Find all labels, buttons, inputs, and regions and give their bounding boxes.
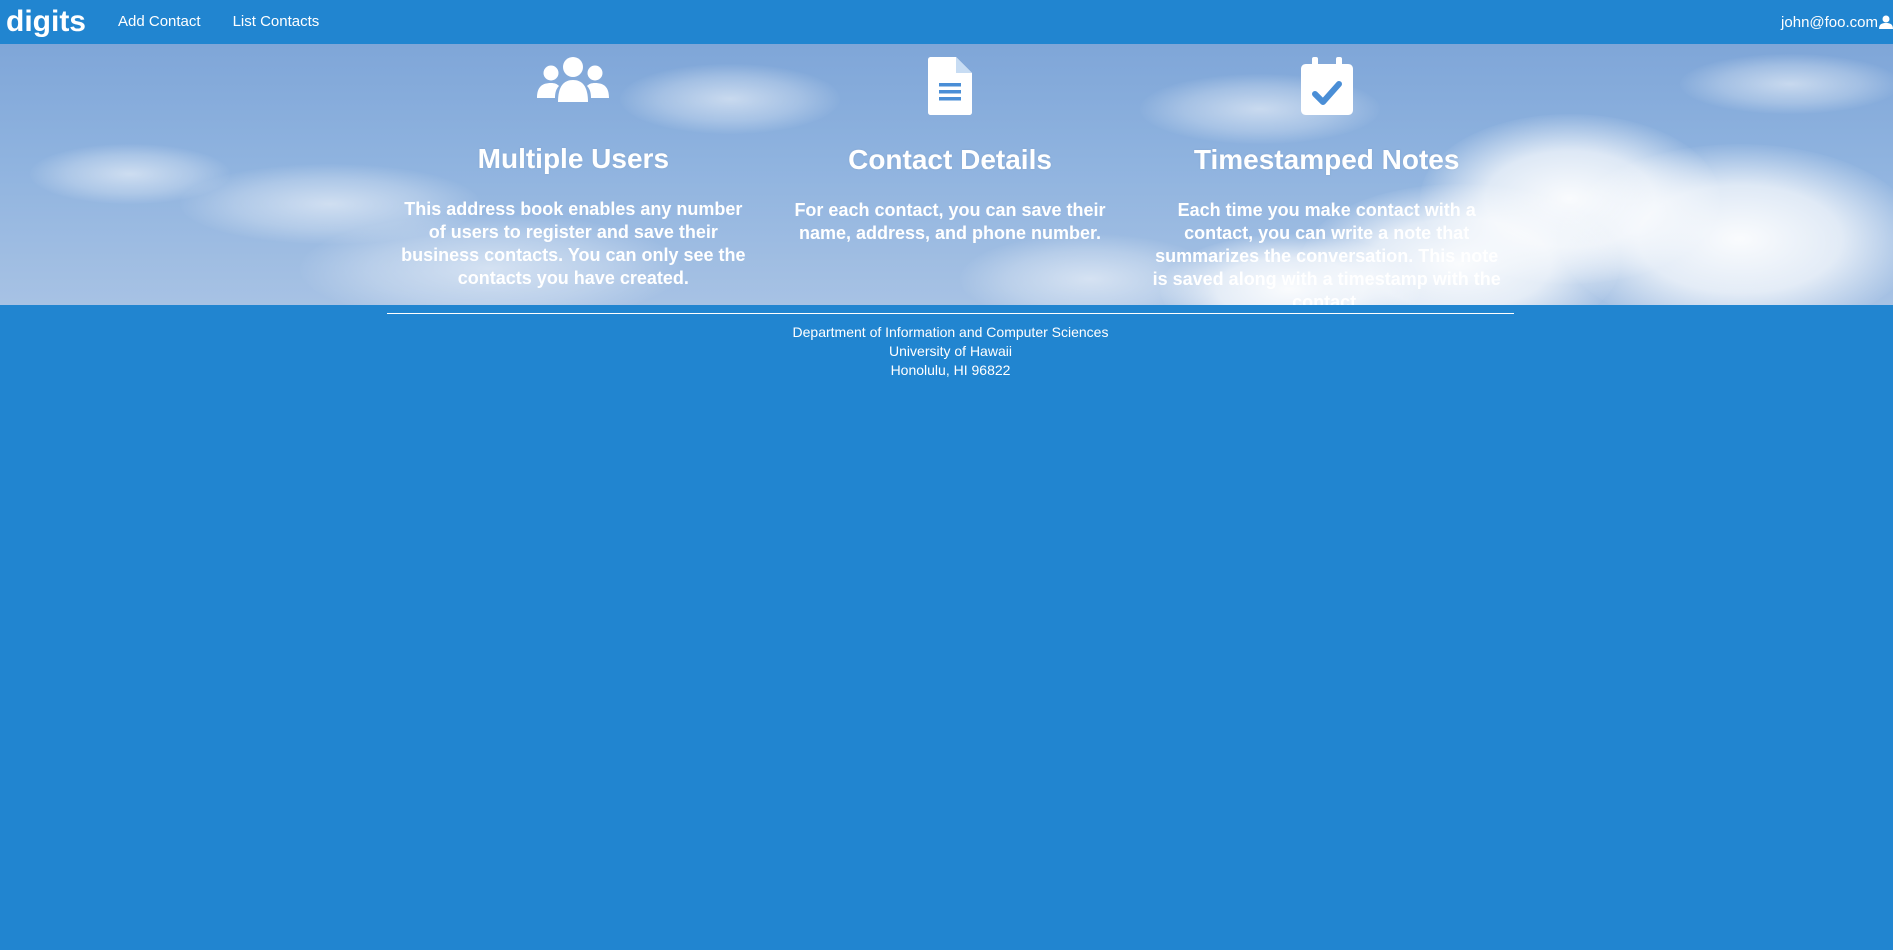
footer-department: Department of Information and Computer S… [792, 324, 1109, 340]
feature-title: Contact Details [848, 144, 1052, 175]
users-icon [537, 57, 610, 102]
cloud-decoration [1680, 54, 1893, 114]
footer-university: University of Hawaii [889, 343, 1012, 359]
user-email-label: john@foo.com [1781, 13, 1878, 31]
feature-description: Each time you make contact with a contac… [1152, 200, 1501, 305]
feature-description: For each contact, you can save their nam… [794, 200, 1106, 243]
user-menu-dropdown[interactable]: john@foo.com [1781, 0, 1893, 44]
nav-link-list-contacts[interactable]: List Contacts [233, 0, 320, 44]
user-icon [1879, 15, 1893, 29]
brand-logo-link[interactable]: digits [6, 0, 86, 44]
nav-link-add-contact[interactable]: Add Contact [118, 0, 201, 44]
hero-banner: Multiple Users This address book enables… [0, 44, 1893, 305]
cloud-decoration [30, 144, 230, 204]
top-navbar: digits Add Contact List Contacts john@fo… [0, 0, 1893, 44]
feature-multiple-users: Multiple Users This address book enables… [385, 44, 762, 305]
calendar-check-icon [1300, 57, 1353, 115]
feature-contact-details: Contact Details For each contact, you ca… [762, 44, 1139, 305]
feature-timestamped-notes: Timestamped Notes Each time you make con… [1138, 44, 1515, 305]
feature-title: Timestamped Notes [1193, 144, 1460, 175]
footer-address: Honolulu, HI 96822 [890, 362, 1011, 378]
page-footer: Department of Information and Computer S… [387, 313, 1514, 380]
feature-columns: Multiple Users This address book enables… [385, 44, 1515, 305]
feature-title: Multiple Users [477, 143, 670, 174]
file-text-icon [928, 57, 972, 115]
feature-description: This address book enables any number of … [401, 199, 746, 288]
